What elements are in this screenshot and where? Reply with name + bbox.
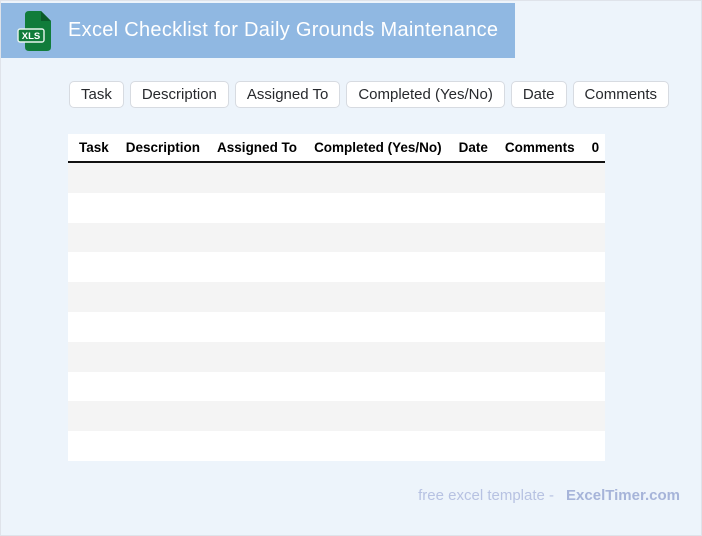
- table-row: [68, 371, 605, 402]
- table-header-row: Task Description Assigned To Completed (…: [68, 134, 605, 163]
- chip-comments[interactable]: Comments: [572, 81, 670, 108]
- chip-assigned-to[interactable]: Assigned To: [234, 81, 341, 108]
- app-header: XLS Excel Checklist for Daily Grounds Ma…: [1, 3, 515, 58]
- table-row: [68, 311, 605, 342]
- chip-description[interactable]: Description: [129, 81, 229, 108]
- column-chips: Task Description Assigned To Completed (…: [69, 81, 670, 108]
- column-header-zero: 0: [591, 140, 600, 155]
- brand-link[interactable]: ExcelTimer.com: [566, 487, 680, 504]
- column-header-assigned-to: Assigned To: [217, 140, 298, 155]
- column-header-date: Date: [458, 140, 488, 155]
- xls-file-icon: XLS: [17, 10, 53, 52]
- table-row: [68, 282, 605, 312]
- table-row: [68, 401, 605, 432]
- page-title: Excel Checklist for Daily Grounds Mainte…: [68, 19, 499, 41]
- table-row: [68, 341, 605, 372]
- checklist-table: Task Description Assigned To Completed (…: [68, 134, 605, 461]
- page: XLS Excel Checklist for Daily Grounds Ma…: [0, 0, 702, 536]
- table-row: [68, 252, 605, 283]
- column-header-comments: Comments: [504, 140, 575, 155]
- chip-task[interactable]: Task: [69, 81, 124, 108]
- table-row: [68, 163, 605, 193]
- table-row: [68, 431, 605, 461]
- table-row: [68, 222, 605, 253]
- table-body: [68, 163, 605, 461]
- footer: free excel template - ExcelTimer.com: [418, 487, 680, 504]
- column-header-completed: Completed (Yes/No): [314, 140, 442, 155]
- footer-text: free excel template -: [418, 487, 555, 504]
- column-header-description: Description: [125, 140, 201, 155]
- table-row: [68, 192, 605, 223]
- chip-completed[interactable]: Completed (Yes/No): [346, 81, 505, 108]
- chip-date[interactable]: Date: [510, 81, 567, 108]
- column-header-task: Task: [79, 140, 109, 155]
- xls-badge-label: XLS: [22, 31, 40, 42]
